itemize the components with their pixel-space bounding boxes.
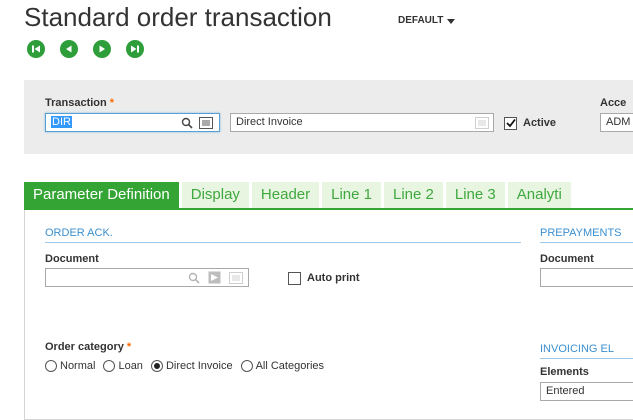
required-marker: * bbox=[126, 341, 132, 353]
access-label: Acce bbox=[600, 97, 627, 109]
variant-selector[interactable]: DEFAULT bbox=[398, 15, 456, 26]
record-navigation bbox=[27, 40, 144, 58]
next-record-icon[interactable] bbox=[93, 40, 111, 58]
chevron-down-icon bbox=[447, 19, 456, 24]
transaction-label: Transaction * bbox=[45, 97, 115, 109]
transaction-description: Direct Invoice bbox=[236, 116, 303, 128]
active-checkbox[interactable] bbox=[504, 117, 517, 130]
search-icon[interactable] bbox=[186, 270, 201, 285]
tab-line-3[interactable]: Line 3 bbox=[445, 182, 505, 208]
access-field[interactable]: ADM bbox=[600, 113, 633, 132]
invoicing-elements-section-title: INVOICING EL bbox=[540, 343, 614, 355]
selection-list-icon[interactable] bbox=[228, 270, 243, 285]
previous-record-icon[interactable] bbox=[60, 40, 78, 58]
access-value: ADM bbox=[606, 116, 631, 128]
radio-button-selected[interactable] bbox=[150, 360, 163, 372]
elements-select[interactable]: Entered bbox=[540, 382, 633, 401]
order-category-label: Order category * bbox=[45, 341, 132, 353]
transaction-value: DIR bbox=[51, 116, 72, 128]
transaction-description-field: Direct Invoice bbox=[230, 113, 494, 132]
radio-loan[interactable]: Loan bbox=[103, 360, 143, 372]
goto-icon[interactable] bbox=[207, 270, 222, 285]
search-icon[interactable] bbox=[179, 115, 194, 130]
tab-bar: Parameter Definition Display Header Line… bbox=[24, 182, 574, 208]
radio-button[interactable] bbox=[240, 360, 253, 372]
prepayments-document-field[interactable] bbox=[540, 268, 633, 287]
selection-list-icon bbox=[474, 115, 489, 130]
page-title: Standard order transaction bbox=[24, 2, 332, 32]
check-icon bbox=[506, 118, 516, 128]
selection-list-icon[interactable] bbox=[198, 115, 213, 130]
tab-analytics[interactable]: Analyti bbox=[507, 182, 571, 208]
tab-display[interactable]: Display bbox=[181, 182, 249, 208]
radio-direct-invoice[interactable]: Direct Invoice bbox=[150, 360, 233, 372]
tab-line-1[interactable]: Line 1 bbox=[322, 182, 381, 208]
tab-parameter-definition[interactable]: Parameter Definition bbox=[24, 182, 179, 208]
tab-line-2[interactable]: Line 2 bbox=[384, 182, 443, 208]
auto-print-label: Auto print bbox=[307, 272, 360, 284]
radio-button[interactable] bbox=[45, 360, 57, 372]
first-record-icon[interactable] bbox=[27, 40, 45, 58]
radio-button[interactable] bbox=[103, 360, 116, 372]
auto-print-checkbox[interactable] bbox=[288, 272, 301, 285]
radio-normal[interactable]: Normal bbox=[45, 360, 95, 372]
required-marker: * bbox=[109, 97, 115, 109]
prepayments-section-title: PREPAYMENTS bbox=[540, 227, 622, 239]
order-ack-document-field[interactable] bbox=[45, 268, 249, 287]
section-divider bbox=[45, 242, 521, 243]
variant-label: DEFAULT bbox=[398, 15, 444, 26]
section-divider bbox=[540, 242, 633, 243]
section-divider bbox=[540, 358, 633, 359]
prepayments-document-label: Document bbox=[540, 253, 594, 265]
radio-all-categories[interactable]: All Categories bbox=[240, 360, 324, 372]
tab-header[interactable]: Header bbox=[251, 182, 320, 208]
order-category-radio-group: Normal Loan Direct Invoice All Categorie… bbox=[45, 360, 332, 372]
elements-label: Elements bbox=[540, 366, 589, 378]
order-ack-section-title: ORDER ACK. bbox=[45, 227, 113, 239]
last-record-icon[interactable] bbox=[126, 40, 144, 58]
transaction-field[interactable]: DIR bbox=[45, 113, 220, 132]
active-label: Active bbox=[523, 117, 557, 129]
order-ack-document-label: Document bbox=[45, 253, 99, 265]
